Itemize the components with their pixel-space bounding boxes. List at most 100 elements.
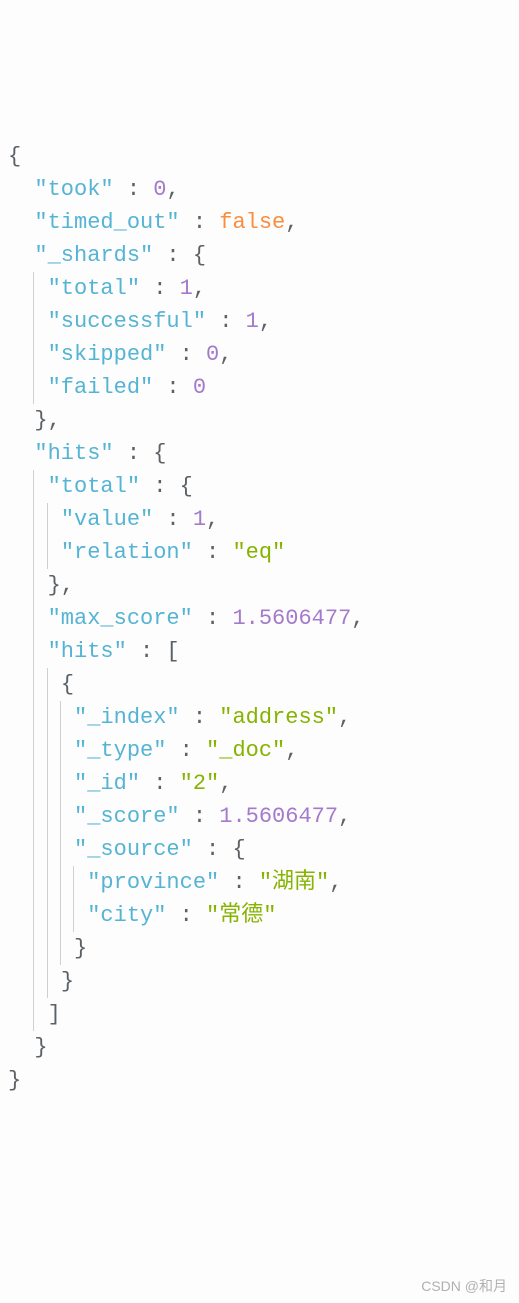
watermark: CSDN @和月: [421, 1276, 507, 1297]
token-key: "hits": [34, 441, 113, 466]
token-punct: ,: [338, 705, 351, 730]
token-punct: : {: [114, 441, 167, 466]
token-punct: ,: [338, 804, 351, 829]
code-line: },: [8, 569, 519, 602]
token-key: "timed_out": [34, 210, 179, 235]
code-line: }: [8, 932, 519, 965]
token-str: "常德": [206, 903, 276, 928]
token-key: "skipped": [48, 342, 167, 367]
token-num: 0: [206, 342, 219, 367]
token-key: "max_score": [48, 606, 193, 631]
code-line: }: [8, 965, 519, 998]
token-punct: ,: [285, 738, 298, 763]
token-punct: :: [140, 771, 180, 796]
token-punct: ,: [259, 309, 272, 334]
token-str: "eq": [232, 540, 285, 565]
code-line: ]: [8, 998, 519, 1031]
token-key: "_score": [74, 804, 180, 829]
token-str: "2": [180, 771, 220, 796]
code-line: "hits" : {: [8, 437, 519, 470]
token-punct: : {: [140, 474, 193, 499]
code-line: "_type" : "_doc",: [8, 734, 519, 767]
token-punct: : [: [127, 639, 180, 664]
code-line: "value" : 1,: [8, 503, 519, 536]
code-line: "took" : 0,: [8, 173, 519, 206]
token-punct: :: [140, 276, 180, 301]
token-num: 1.5606477: [232, 606, 351, 631]
token-str: "address": [219, 705, 338, 730]
token-key: "_type": [74, 738, 166, 763]
token-key: "took": [34, 177, 113, 202]
token-punct: }: [74, 936, 87, 961]
token-punct: :: [166, 903, 206, 928]
code-line: "hits" : [: [8, 635, 519, 668]
code-line: }: [8, 1064, 519, 1097]
token-punct: ]: [48, 1002, 61, 1027]
token-punct: {: [8, 144, 21, 169]
token-punct: ,: [285, 210, 298, 235]
token-bool: false: [219, 210, 285, 235]
token-punct: }: [34, 1035, 47, 1060]
token-punct: {: [61, 672, 74, 697]
token-key: "hits": [48, 639, 127, 664]
token-key: "city": [87, 903, 166, 928]
token-punct: :: [166, 342, 206, 367]
code-line: {: [8, 668, 519, 701]
code-line: "skipped" : 0,: [8, 338, 519, 371]
token-punct: : {: [153, 243, 206, 268]
code-line: }: [8, 1031, 519, 1064]
code-line: "total" : 1,: [8, 272, 519, 305]
token-key: "failed": [48, 375, 154, 400]
token-punct: }: [8, 1068, 21, 1093]
code-line: {: [8, 140, 519, 173]
token-key: "value": [61, 507, 153, 532]
token-key: "total": [48, 474, 140, 499]
token-punct: :: [153, 507, 193, 532]
token-key: "_id": [74, 771, 140, 796]
code-line: },: [8, 404, 519, 437]
token-num: 1: [180, 276, 193, 301]
token-punct: },: [48, 573, 74, 598]
token-punct: ,: [219, 771, 232, 796]
token-punct: : {: [193, 837, 246, 862]
token-num: 1: [246, 309, 259, 334]
token-punct: ,: [351, 606, 364, 631]
token-key: "successful": [48, 309, 206, 334]
token-punct: },: [34, 408, 60, 433]
token-punct: :: [193, 606, 233, 631]
token-num: 0: [193, 375, 206, 400]
code-line: "_score" : 1.5606477,: [8, 800, 519, 833]
token-punct: ,: [206, 507, 219, 532]
code-line: "max_score" : 1.5606477,: [8, 602, 519, 635]
code-line: "city" : "常德": [8, 899, 519, 932]
code-line: "_index" : "address",: [8, 701, 519, 734]
token-punct: :: [180, 210, 220, 235]
token-punct: :: [180, 705, 220, 730]
token-punct: :: [153, 375, 193, 400]
code-line: "relation" : "eq": [8, 536, 519, 569]
token-num: 0: [153, 177, 166, 202]
token-punct: :: [166, 738, 206, 763]
code-line: "timed_out" : false,: [8, 206, 519, 239]
token-punct: ,: [329, 870, 342, 895]
code-line: "total" : {: [8, 470, 519, 503]
code-line: "_source" : {: [8, 833, 519, 866]
token-str: "湖南": [259, 870, 329, 895]
token-str: "_doc": [206, 738, 285, 763]
token-punct: }: [61, 969, 74, 994]
code-line: "failed" : 0: [8, 371, 519, 404]
token-punct: :: [114, 177, 154, 202]
code-line: "successful" : 1,: [8, 305, 519, 338]
token-key: "_index": [74, 705, 180, 730]
token-punct: :: [219, 870, 259, 895]
token-num: 1.5606477: [219, 804, 338, 829]
code-line: "_id" : "2",: [8, 767, 519, 800]
token-key: "_shards": [34, 243, 153, 268]
token-punct: ,: [193, 276, 206, 301]
json-code-block: { "took" : 0, "timed_out" : false, "_sha…: [0, 140, 519, 1097]
token-punct: :: [206, 309, 246, 334]
token-punct: :: [180, 804, 220, 829]
token-num: 1: [193, 507, 206, 532]
code-line: "_shards" : {: [8, 239, 519, 272]
token-punct: ,: [219, 342, 232, 367]
